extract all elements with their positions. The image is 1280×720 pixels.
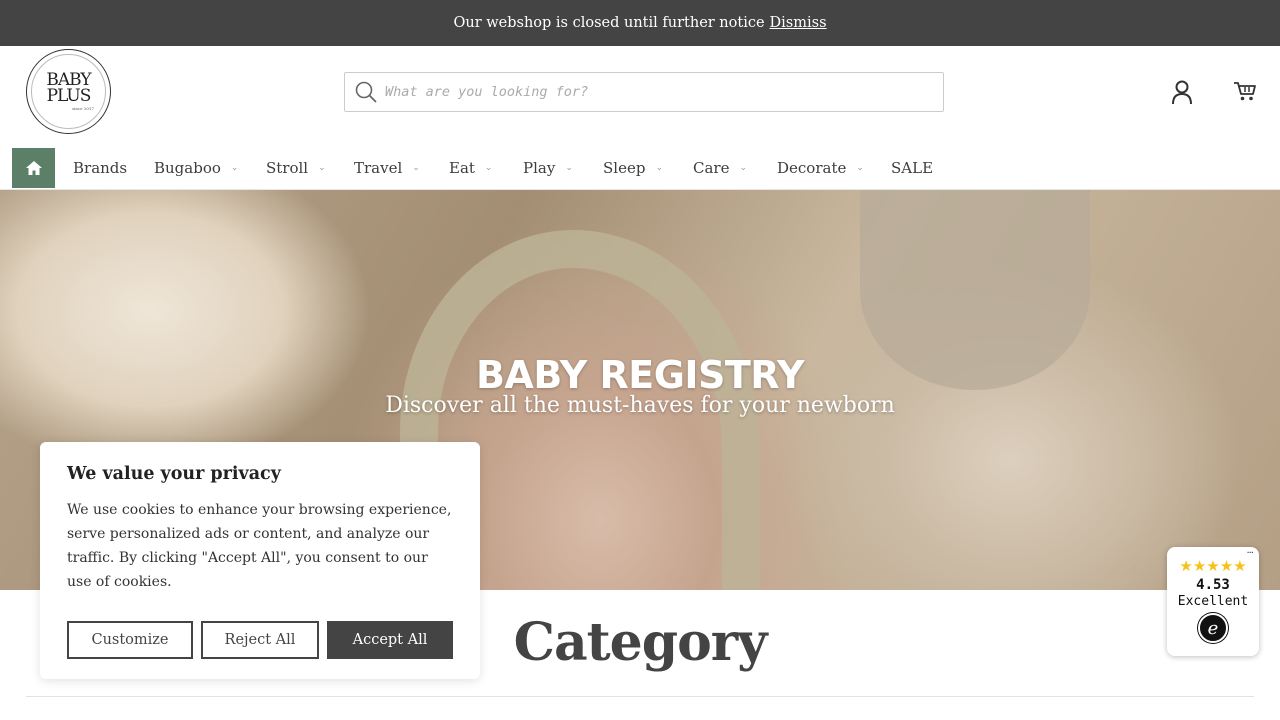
- nav-item-label: Brands: [73, 159, 128, 177]
- nav-item-care[interactable]: Care ⌄: [693, 148, 747, 188]
- customize-button[interactable]: Customize: [67, 621, 193, 659]
- search-input[interactable]: [385, 84, 905, 100]
- rating-score: 4.53: [1196, 577, 1230, 593]
- chevron-down-icon: ⌄: [655, 163, 663, 173]
- nav-item-travel[interactable]: Travel ⌄: [354, 148, 420, 188]
- cookie-title: We value your privacy: [67, 464, 281, 484]
- chevron-down-icon: ⌄: [318, 163, 326, 173]
- main-navigation: Brands Bugaboo ⌄ Stroll ⌄ Travel ⌄ Eat ⌄…: [0, 148, 1280, 190]
- accept-all-button[interactable]: Accept All: [327, 621, 453, 659]
- chevron-down-icon: ⌄: [484, 163, 493, 173]
- nav-item-sleep[interactable]: Sleep ⌄: [603, 148, 663, 188]
- search-bar[interactable]: [344, 72, 944, 112]
- cart-icon[interactable]: [1233, 79, 1257, 103]
- site-logo[interactable]: BABY PLUS since 2017: [26, 49, 111, 134]
- nav-item-sale[interactable]: SALE: [891, 148, 933, 188]
- home-icon: [25, 161, 42, 175]
- rating-stars: ★★★★★: [1179, 557, 1247, 575]
- chevron-down-icon: ⌄: [565, 163, 573, 173]
- nav-item-eat[interactable]: Eat ⌄: [449, 148, 492, 188]
- hero-subtitle: Discover all the must-haves for your new…: [385, 393, 895, 418]
- search-icon: [355, 81, 377, 103]
- logo-ring: [31, 54, 106, 129]
- nav-item-label: Sleep: [603, 159, 646, 177]
- chevron-down-icon: ⌄: [230, 163, 239, 173]
- badge-menu-icon[interactable]: ···: [1246, 548, 1253, 559]
- home-button[interactable]: [12, 148, 55, 188]
- trusted-shops-logo-icon: e: [1198, 613, 1228, 643]
- cookie-consent-dialog: We value your privacy We use cookies to …: [40, 442, 480, 679]
- chevron-down-icon: ⌄: [856, 163, 864, 173]
- user-icon[interactable]: [1170, 79, 1194, 105]
- nav-item-bugaboo[interactable]: Bugaboo ⌄: [154, 148, 238, 188]
- nav-item-stroll[interactable]: Stroll ⌄: [266, 148, 326, 188]
- nav-item-decorate[interactable]: Decorate ⌄: [777, 148, 864, 188]
- nav-item-brands[interactable]: Brands: [73, 148, 127, 188]
- cookie-body: We use cookies to enhance your browsing …: [67, 502, 452, 590]
- nav-item-label: Stroll: [266, 159, 309, 177]
- dismiss-link[interactable]: Dismiss: [770, 15, 827, 31]
- trusted-shops-badge[interactable]: ··· ★★★★★ 4.53 Excellent e: [1167, 547, 1259, 656]
- rating-label: Excellent: [1177, 594, 1249, 609]
- nav-item-label: Play: [523, 159, 556, 177]
- nav-item-label: SALE: [891, 159, 934, 177]
- section-divider: [26, 696, 1254, 697]
- nav-item-label: Decorate: [777, 159, 847, 177]
- cookie-buttons: Customize Reject All Accept All: [67, 621, 453, 659]
- chevron-down-icon: ⌄: [739, 163, 748, 173]
- nav-item-label: Bugaboo: [154, 159, 221, 177]
- nav-item-label: Care: [693, 159, 730, 177]
- hero-title: BABY REGISTRY: [475, 353, 805, 397]
- nav-item-label: Eat: [449, 159, 475, 177]
- reject-all-button[interactable]: Reject All: [201, 621, 319, 659]
- nav-item-label: Travel: [354, 159, 403, 177]
- closure-notice-bar: Our webshop is closed until further noti…: [0, 0, 1280, 46]
- notice-text: Our webshop is closed until further noti…: [453, 15, 765, 31]
- chevron-down-icon: ⌄: [412, 163, 420, 173]
- nav-item-play[interactable]: Play ⌄: [523, 148, 573, 188]
